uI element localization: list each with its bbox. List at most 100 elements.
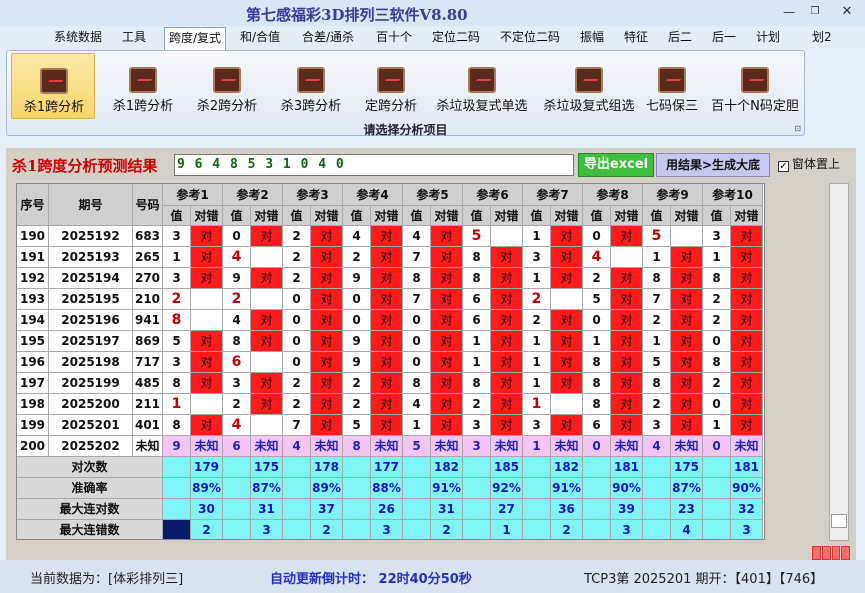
tool-button-7[interactable]: 七码保三 <box>641 53 703 119</box>
menu-item-12[interactable]: 计划 <box>756 30 780 50</box>
tool-button-1[interactable]: 杀1跨分析 <box>103 53 183 119</box>
ref-value: 2 <box>283 226 311 247</box>
tool-button-6[interactable]: 杀垃圾复式组选 <box>539 53 639 119</box>
export-excel-button[interactable]: 导出excel <box>578 153 654 177</box>
ref-value: 0 <box>583 226 611 247</box>
scroll-thumb[interactable] <box>831 514 847 528</box>
stat-spacer <box>223 457 251 478</box>
stat-spacer <box>643 520 671 539</box>
menu-item-5[interactable]: 百十个 <box>376 30 412 50</box>
hit-mark: 对 <box>431 226 463 247</box>
column-header-ref: 参考5 <box>403 184 463 206</box>
ref-value: 3 <box>703 226 731 247</box>
menu-item-4[interactable]: 合差/通杀 <box>302 30 354 50</box>
tool-button-0[interactable]: 杀1跨分析 <box>11 53 95 119</box>
menu-item-9[interactable]: 特征 <box>624 30 648 50</box>
current-data-status: 当前数据为：[体彩排列三] <box>30 572 184 587</box>
result-field[interactable]: 9 6 4 8 5 3 1 0 4 0 <box>174 154 574 176</box>
ref-value: 1 <box>523 352 551 373</box>
stat-value: 175 <box>251 457 283 478</box>
predict-value: 9 <box>163 436 191 457</box>
hit-mark: 对 <box>311 226 343 247</box>
menu-item-2[interactable]: 跨度/复式 <box>164 27 227 50</box>
menu-item-7[interactable]: 不定位二码 <box>500 30 560 50</box>
expand-icon[interactable]: ⊡ <box>794 124 801 133</box>
stat-value: 31 <box>251 499 283 520</box>
ref-value: 7 <box>643 289 671 310</box>
hit-mark: 对 <box>191 331 223 352</box>
menu-item-11[interactable]: 后一 <box>712 30 736 50</box>
hit-mark: 对 <box>671 352 703 373</box>
stat-value: 185 <box>491 457 523 478</box>
ref-value: 1 <box>403 415 431 436</box>
menu-item-10[interactable]: 后二 <box>668 30 692 50</box>
tool-button-4[interactable]: 定跨分析 <box>355 53 427 119</box>
stat-spacer <box>343 457 371 478</box>
stat-value: 2 <box>311 520 343 539</box>
ref-value: 8 <box>163 373 191 394</box>
ref-value: 2 <box>643 394 671 415</box>
tool-button-8[interactable]: 百十个N码定胆 <box>707 53 803 119</box>
stat-value: 89% <box>191 478 223 499</box>
menu-item-6[interactable]: 定位二码 <box>432 30 480 50</box>
stat-spacer <box>523 520 551 539</box>
column-header-ref: 参考6 <box>463 184 523 206</box>
ref-value: 9 <box>343 352 371 373</box>
ref-value: 4 <box>223 415 251 436</box>
hit-mark: 对 <box>671 415 703 436</box>
row-seq: 197 <box>17 373 49 394</box>
tool-button-5[interactable]: 杀垃圾复式单选 <box>429 53 535 119</box>
ref-value: 8 <box>463 373 491 394</box>
stat-spacer <box>583 499 611 520</box>
ref-value: 2 <box>163 289 191 310</box>
checkbox-icon[interactable]: ✓ <box>778 161 789 172</box>
status-bar: 当前数据为：[体彩排列三] 自动更新倒计时： 22时40分50秒 TCP3第 2… <box>0 560 865 593</box>
hit-mark: 对 <box>371 247 403 268</box>
chart-icon <box>741 67 769 93</box>
app-window: 第七感福彩3D排列三软件V8.80 — ❐ ✕ 系统数据 工具 跨度/复式 和/合值 合… <box>0 0 865 593</box>
miss-mark <box>191 289 223 310</box>
miss-mark <box>251 247 283 268</box>
predict-seq: 200 <box>17 436 49 457</box>
vertical-scrollbar[interactable] <box>829 183 849 541</box>
menu-item-0[interactable]: 系统数据 <box>54 30 102 50</box>
column-header-ref: 参考8 <box>583 184 643 206</box>
on-top-checkbox[interactable]: ✓ 窗体置上 <box>778 155 840 172</box>
column-subheader-value: 值 <box>283 206 311 226</box>
ref-value: 2 <box>343 394 371 415</box>
ref-value: 3 <box>223 373 251 394</box>
menu-item-8[interactable]: 振幅 <box>580 30 604 50</box>
stat-value: 4 <box>671 520 703 539</box>
row-period: 2025193 <box>49 247 133 268</box>
ref-value: 0 <box>403 352 431 373</box>
row-number: 265 <box>133 247 163 268</box>
generate-button[interactable]: 用结果>生成大底 <box>656 153 770 177</box>
column-subheader-value: 值 <box>343 206 371 226</box>
menu-item-3[interactable]: 和/合值 <box>240 30 280 50</box>
stat-spacer <box>583 457 611 478</box>
ref-value: 2 <box>463 394 491 415</box>
menu-item-1[interactable]: 工具 <box>122 30 146 50</box>
ref-value: 5 <box>583 289 611 310</box>
minimize-icon[interactable]: — <box>778 4 800 20</box>
column-header-period: 期号 <box>49 184 133 226</box>
tool-button-2[interactable]: 杀2跨分析 <box>187 53 267 119</box>
ref-value: 2 <box>283 394 311 415</box>
menu-item-13[interactable]: 划2 <box>812 30 832 50</box>
column-header-ref: 参考3 <box>283 184 343 206</box>
stat-value: 181 <box>731 457 763 478</box>
hit-mark: 对 <box>611 352 643 373</box>
stat-value: 31 <box>431 499 463 520</box>
stat-spacer <box>463 520 491 539</box>
close-icon[interactable]: ✕ <box>836 4 858 20</box>
progress-indicator <box>812 546 850 560</box>
hit-mark: 对 <box>731 268 763 289</box>
restore-icon[interactable]: ❐ <box>804 4 826 20</box>
title-bar: 第七感福彩3D排列三软件V8.80 — ❐ ✕ <box>0 0 865 26</box>
hit-mark: 对 <box>431 394 463 415</box>
miss-mark <box>551 394 583 415</box>
tool-button-3[interactable]: 杀3跨分析 <box>271 53 351 119</box>
ref-value: 8 <box>703 352 731 373</box>
column-header-number: 号码 <box>133 184 163 226</box>
ref-value: 1 <box>523 268 551 289</box>
